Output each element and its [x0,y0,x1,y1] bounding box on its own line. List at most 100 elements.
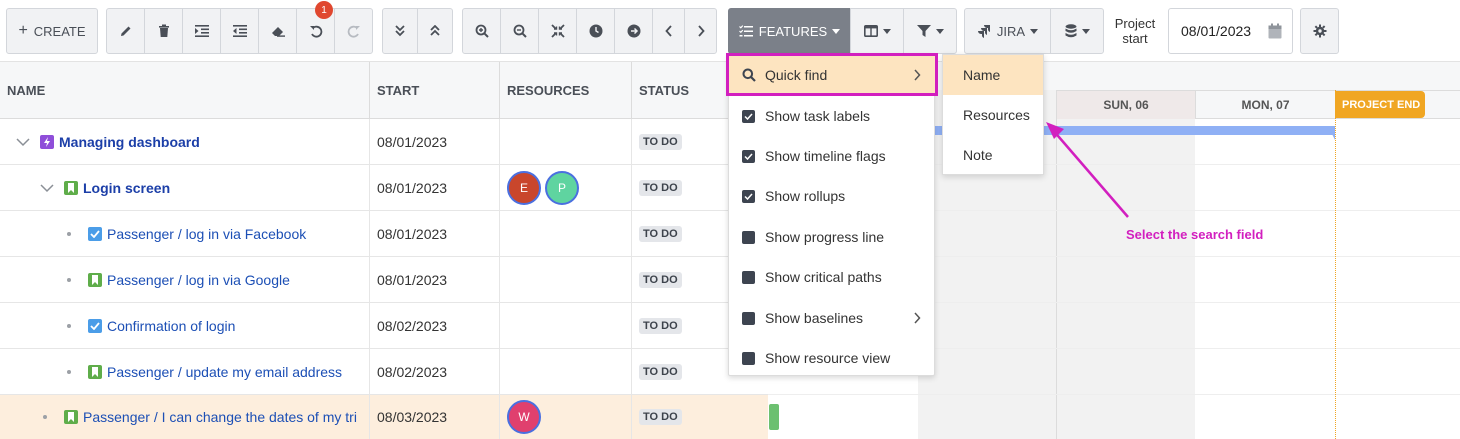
start-cell[interactable]: 08/01/2023 [370,257,500,303]
story-icon [64,181,78,195]
collapse-all-button[interactable] [417,8,453,54]
checkbox-unchecked-icon[interactable] [742,311,755,325]
filter-button[interactable] [903,8,957,54]
expand-all-button[interactable] [382,8,418,54]
undo-button[interactable]: 1 [296,1,335,54]
task-name[interactable]: Passenger / I can change the dates of my… [83,409,357,425]
start-cell[interactable]: 08/01/2023 [370,119,500,165]
chevron-down-icon[interactable] [40,183,54,193]
start-cell[interactable]: 08/02/2023 [370,349,500,395]
table-row[interactable]: Passenger / update my email address 08/0… [0,349,768,395]
column-header-resources[interactable]: RESOURCES [500,62,632,119]
database-button[interactable] [1050,8,1104,54]
resources-cell[interactable] [500,303,632,349]
menu-item-show-resource-view[interactable]: Show resource view [729,338,936,378]
indent-button[interactable] [182,8,221,54]
start-cell[interactable]: 08/03/2023 [370,395,500,439]
column-header-name[interactable]: NAME [0,62,370,119]
previous-button[interactable] [652,8,685,54]
status-badge: TO DO [639,409,682,425]
today-button[interactable] [576,8,615,54]
columns-button[interactable] [850,8,904,54]
submenu-item-resources[interactable]: Resources [943,95,1043,135]
next-button[interactable] [684,8,717,54]
checkbox-unchecked-icon[interactable] [742,230,755,244]
create-button[interactable]: + CREATE [6,8,98,54]
zoom-out-button[interactable] [500,8,539,54]
edit-button[interactable] [106,8,145,54]
chevron-right-icon [914,312,921,324]
task-bar[interactable] [769,404,779,430]
project-start-input[interactable]: 08/01/2023 [1168,8,1293,54]
collapse-group [382,8,453,54]
redo-icon [347,25,360,38]
menu-item-show-task-labels[interactable]: Show task labels [729,96,936,136]
redo-button[interactable] [334,8,373,54]
avatar[interactable]: P [545,171,579,205]
resources-cell[interactable]: W [500,395,632,439]
jira-button[interactable]: JIRA [964,8,1051,54]
start-cell[interactable]: 08/01/2023 [370,211,500,257]
table-row[interactable]: Confirmation of login 08/02/2023 TO DO [0,303,768,349]
column-header-start[interactable]: START [370,62,500,119]
chevron-left-icon [664,25,672,37]
task-name[interactable]: Managing dashboard [59,134,200,150]
checkbox-unchecked-icon[interactable] [742,351,755,365]
start-cell[interactable]: 08/02/2023 [370,303,500,349]
status-cell[interactable]: TO DO [632,395,768,439]
avatar[interactable]: W [507,400,541,434]
checkbox-checked-icon[interactable] [742,109,755,123]
table-row[interactable]: Passenger / log in via Facebook 08/01/20… [0,211,768,257]
list-check-icon [738,25,753,37]
task-name[interactable]: Passenger / log in via Facebook [107,226,306,242]
chevron-down-icon[interactable] [16,137,30,147]
submenu-item-name[interactable]: Name [943,55,1043,95]
table-row[interactable]: Login screen 08/01/2023 E P TO DO [0,165,768,211]
resources-cell[interactable]: E P [500,165,632,211]
checkbox-checked-icon[interactable] [742,189,755,203]
menu-item-show-critical-paths[interactable]: Show critical paths [729,257,936,297]
resources-cell[interactable] [500,349,632,395]
task-name[interactable]: Passenger / log in via Google [107,272,290,288]
scroll-to-task-button[interactable] [614,8,653,54]
features-button[interactable]: FEATURES [728,8,851,54]
undo-icon [309,25,322,38]
table-row[interactable]: Passenger / log in via Google 08/01/2023… [0,257,768,303]
resources-cell[interactable] [500,119,632,165]
name-cell: Passenger / log in via Facebook [0,211,370,257]
menu-item-label: Show progress line [765,229,885,245]
task-name[interactable]: Confirmation of login [107,318,235,334]
task-name[interactable]: Login screen [83,180,170,196]
table-row[interactable]: Passenger / I can change the dates of my… [0,395,768,439]
eraser-button[interactable] [258,8,297,54]
menu-item-show-progress-line[interactable]: Show progress line [729,217,936,257]
settings-button[interactable] [1300,8,1339,54]
outdent-button[interactable] [220,8,259,54]
fit-button[interactable] [538,8,577,54]
caret-down-icon [832,28,841,34]
menu-item-show-timeline-flags[interactable]: Show timeline flags [729,136,936,176]
task-name[interactable]: Passenger / update my email address [107,364,342,380]
menu-item-show-baselines[interactable]: Show baselines [729,298,936,338]
chevron-right-icon [697,25,705,37]
resources-cell[interactable] [500,211,632,257]
delete-button[interactable] [144,8,183,54]
menu-item-show-rollups[interactable]: Show rollups [729,176,936,216]
calendar-icon[interactable] [1268,23,1282,39]
checkbox-checked-icon[interactable] [742,149,755,163]
start-cell[interactable]: 08/01/2023 [370,165,500,211]
settings-group [1300,8,1339,54]
task-check-icon [88,227,102,241]
resources-cell[interactable] [500,257,632,303]
checkbox-unchecked-icon[interactable] [742,270,755,284]
zoom-in-button[interactable] [462,8,501,54]
project-end-flag[interactable]: PROJECT END [1335,91,1425,118]
eraser-icon [271,27,285,37]
status-badge: TO DO [639,272,682,288]
table-row[interactable]: Managing dashboard 08/01/2023 TO DO [0,119,768,165]
name-cell: Login screen [0,165,370,211]
annotation-arrow [1046,122,1129,218]
submenu-item-note[interactable]: Note [943,135,1043,175]
arrow-circle-right-icon [627,24,640,38]
avatar[interactable]: E [507,171,541,205]
